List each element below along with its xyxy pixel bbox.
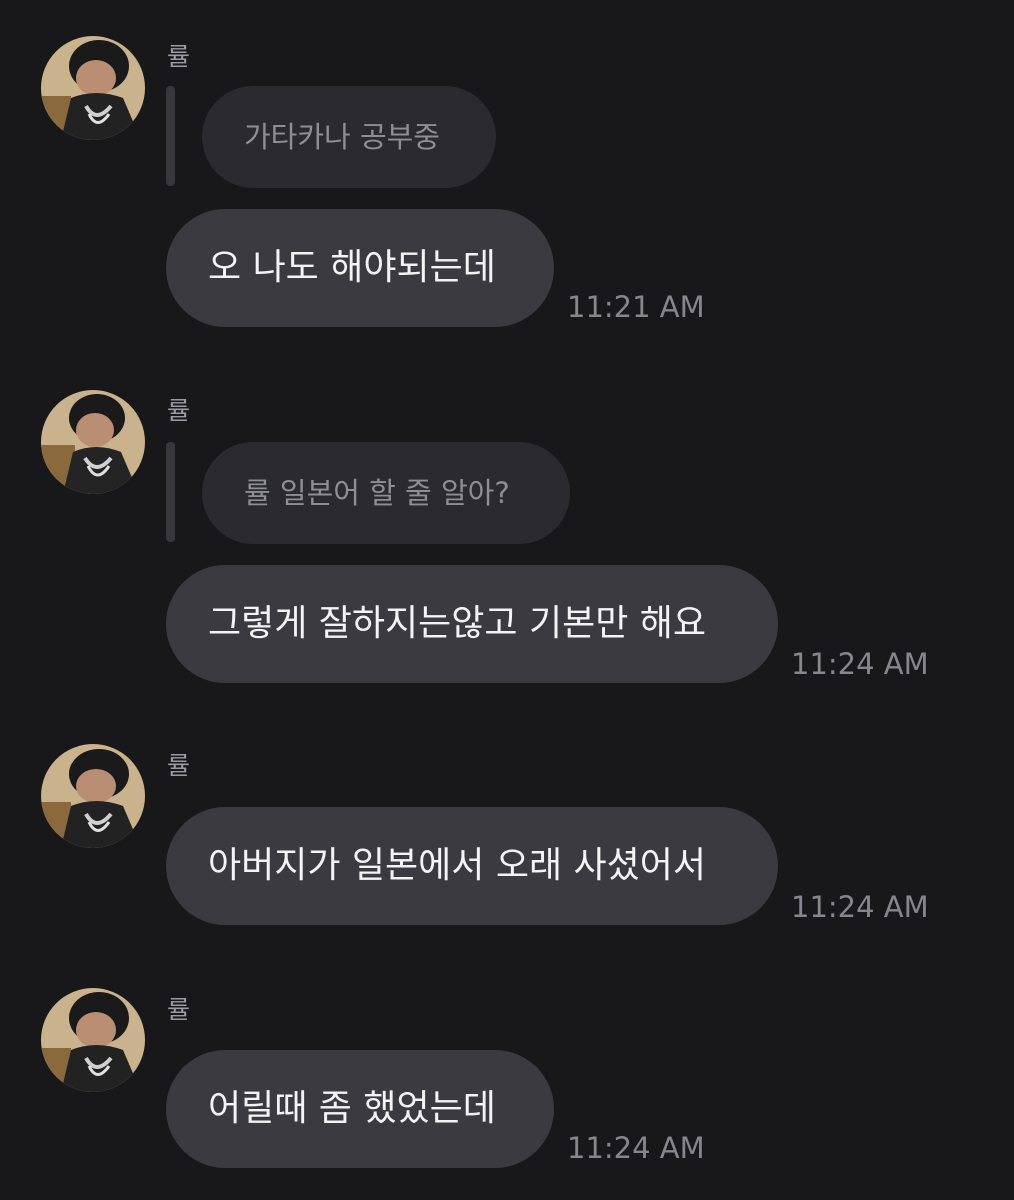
- avatar-photo-icon: [41, 988, 145, 1092]
- message-bubble[interactable]: 어릴때 좀 했었는데: [166, 1050, 554, 1168]
- message-timestamp: 11:24 AM: [567, 1131, 705, 1165]
- avatar[interactable]: [41, 988, 145, 1092]
- sender-name: 률: [167, 995, 191, 1024]
- message-group: 률 어릴때 좀 했었는데 11:24 AM: [0, 0, 1014, 1200]
